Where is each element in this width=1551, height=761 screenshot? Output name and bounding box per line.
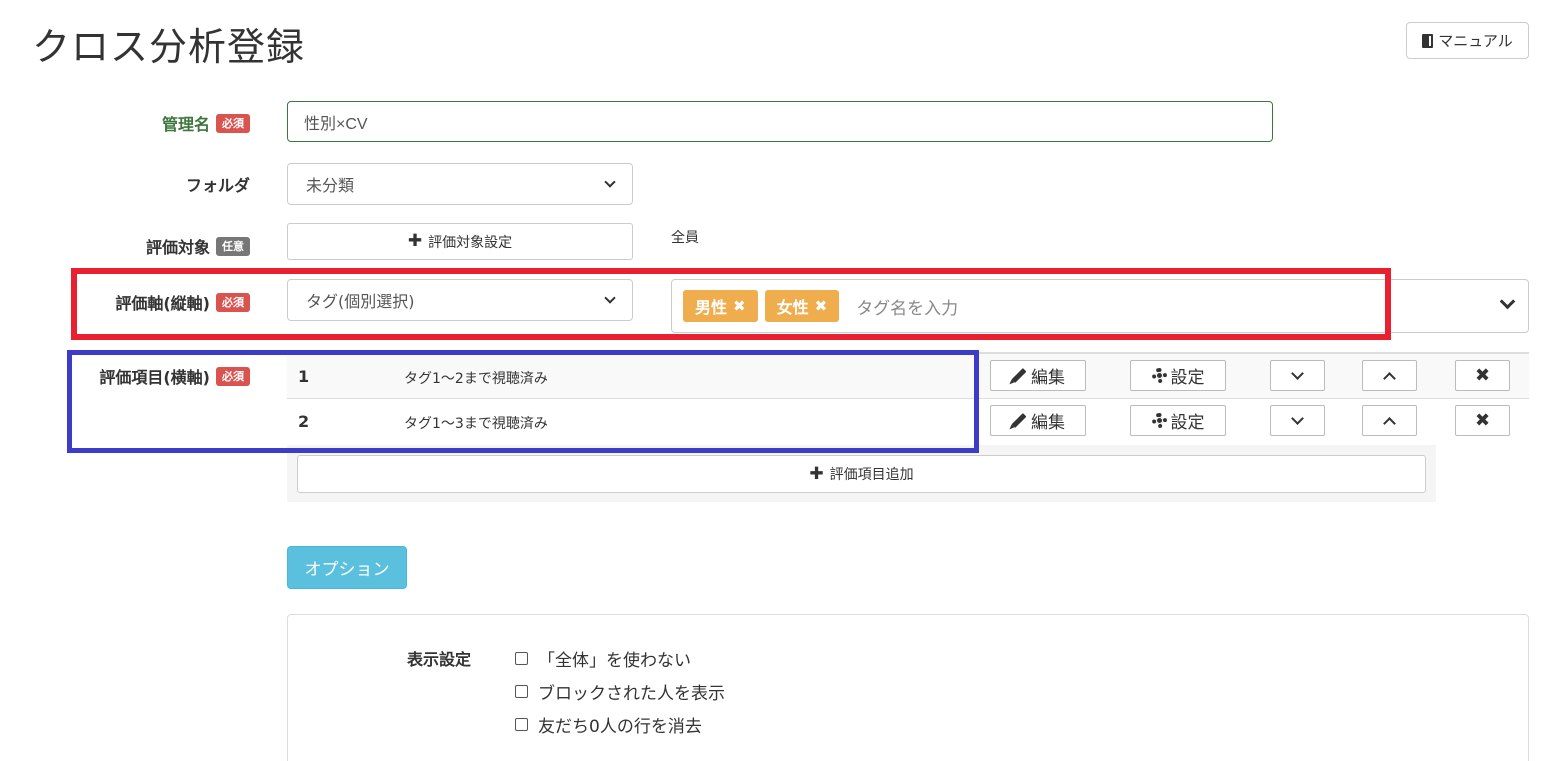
- axis-type-select-value: タグ(個別選択): [306, 292, 415, 311]
- axis-type-select[interactable]: タグ(個別選択): [287, 279, 633, 321]
- gear-icon: [1151, 368, 1167, 383]
- tag-chip-female[interactable]: 女性 ✖: [764, 290, 840, 322]
- pencil-icon: [1011, 413, 1027, 428]
- table-row: 1 タグ1～2まで視聴済み 編集 設定 ✖: [287, 352, 1529, 398]
- option-button[interactable]: オプション: [287, 546, 407, 589]
- required-badge: 必須: [216, 292, 250, 312]
- horizontal-axis-label-text: 評価項目(横軸): [99, 368, 210, 387]
- remove-tag-icon[interactable]: ✖: [815, 297, 828, 315]
- target-label: 評価対象 任意: [146, 234, 250, 258]
- add-item-area: ✚ 評価項目追加: [287, 445, 1436, 502]
- item-number: 1: [298, 367, 310, 386]
- settings-button-label: 設定: [1170, 368, 1205, 388]
- target-label-text: 評価対象: [145, 238, 210, 257]
- chevron-down-icon[interactable]: [1499, 293, 1516, 310]
- name-label: 管理名 必須: [162, 111, 250, 135]
- delete-button[interactable]: ✖: [1455, 360, 1510, 391]
- remove-tag-icon[interactable]: ✖: [733, 297, 746, 315]
- folder-label: フォルダ: [186, 172, 250, 196]
- checkbox-label: 「全体」を使わない: [538, 651, 691, 671]
- required-badge: 必須: [216, 113, 250, 133]
- checkbox-label: 友だち0人の行を消去: [538, 717, 702, 737]
- checkbox[interactable]: [515, 718, 528, 731]
- move-up-button[interactable]: [1362, 360, 1417, 391]
- checkbox[interactable]: [515, 652, 528, 665]
- vertical-axis-label-text: 評価軸(縦軸): [115, 294, 210, 313]
- tag-input-placeholder[interactable]: タグ名を入力: [856, 294, 958, 319]
- tag-chip-male[interactable]: 男性 ✖: [683, 290, 758, 322]
- add-evaluation-item-label: 評価項目追加: [829, 467, 914, 483]
- chevron-down-icon: [604, 176, 616, 188]
- book-icon: [1422, 33, 1434, 48]
- folder-select[interactable]: 未分類: [287, 163, 633, 205]
- display-settings-label: 表示設定: [407, 650, 472, 669]
- page-title: クロス分析登録: [32, 25, 306, 69]
- chevron-down-icon: [1291, 411, 1304, 425]
- plus-icon: ✚: [407, 231, 423, 251]
- horizontal-axis-label: 評価項目(横軸) 必須: [99, 364, 250, 388]
- move-down-button[interactable]: [1270, 405, 1325, 436]
- pencil-icon: [1011, 368, 1027, 383]
- option-panel: 表示設定 「全体」を使わない ブロックされた人を表示 友だち0人の行を消去: [287, 614, 1529, 761]
- checkbox-label: ブロックされた人を表示: [538, 684, 725, 704]
- item-name: タグ1～3まで視聴済み: [404, 416, 548, 432]
- chevron-up-icon: [1383, 416, 1396, 430]
- tag-chip-label: 女性: [776, 298, 809, 317]
- edit-button-label: 編集: [1031, 413, 1065, 433]
- optional-badge: 任意: [216, 236, 250, 256]
- edit-button[interactable]: 編集: [990, 405, 1086, 436]
- checkbox-no-total[interactable]: 「全体」を使わない: [515, 646, 691, 671]
- close-icon: ✖: [1474, 410, 1491, 431]
- checkbox[interactable]: [515, 685, 528, 698]
- vertical-axis-label: 評価軸(縦軸) 必須: [115, 290, 250, 314]
- add-evaluation-item-button[interactable]: ✚ 評価項目追加: [297, 455, 1426, 493]
- name-label-text: 管理名: [161, 115, 210, 134]
- target-settings-button[interactable]: ✚ 評価対象設定: [287, 223, 633, 260]
- chevron-up-icon: [1383, 371, 1396, 385]
- checkbox-show-blocked[interactable]: ブロックされた人を表示: [515, 679, 725, 704]
- move-up-button[interactable]: [1362, 405, 1417, 436]
- tag-input[interactable]: 男性 ✖ 女性 ✖ タグ名を入力: [671, 279, 1529, 333]
- gear-icon: [1151, 413, 1167, 428]
- item-number: 2: [298, 412, 310, 431]
- required-badge: 必須: [216, 366, 250, 386]
- name-input-value: 性別×CV: [304, 115, 368, 133]
- table-row: 2 タグ1～3まで視聴済み 編集 設定 ✖: [287, 398, 1529, 444]
- tag-chip-label: 男性: [695, 298, 728, 317]
- folder-select-value: 未分類: [306, 176, 355, 195]
- target-value: 全員: [671, 230, 699, 246]
- chevron-down-icon: [604, 292, 616, 304]
- chevron-down-icon: [1291, 366, 1304, 380]
- folder-label-text: フォルダ: [185, 176, 250, 195]
- manual-button-label: マニュアル: [1438, 32, 1513, 50]
- item-name: タグ1～2まで視聴済み: [404, 371, 548, 387]
- target-settings-button-label: 評価対象設定: [428, 234, 513, 251]
- settings-button[interactable]: 設定: [1130, 405, 1226, 436]
- settings-button[interactable]: 設定: [1130, 360, 1226, 391]
- edit-button[interactable]: 編集: [990, 360, 1086, 391]
- settings-button-label: 設定: [1170, 413, 1205, 433]
- close-icon: ✖: [1474, 365, 1491, 386]
- edit-button-label: 編集: [1031, 368, 1065, 388]
- checkbox-hide-zero-rows[interactable]: 友だち0人の行を消去: [515, 712, 702, 737]
- plus-icon: ✚: [809, 463, 824, 484]
- manual-button[interactable]: マニュアル: [1406, 22, 1529, 59]
- name-input[interactable]: 性別×CV: [287, 101, 1273, 142]
- move-down-button[interactable]: [1270, 360, 1325, 391]
- delete-button[interactable]: ✖: [1455, 405, 1510, 436]
